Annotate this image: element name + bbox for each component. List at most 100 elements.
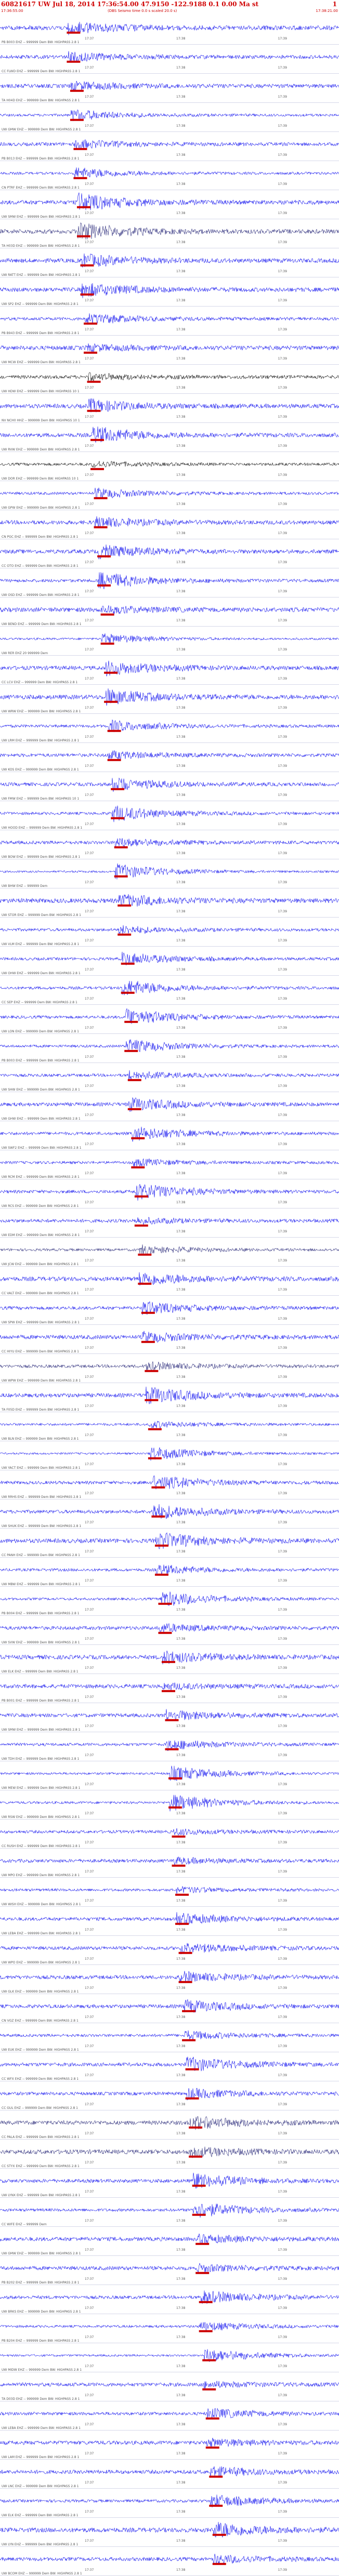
waveform-trace — [0, 805, 339, 822]
time-tick-label: 17:37 — [85, 1463, 94, 1466]
time-tick-label: 17:39 — [278, 1492, 287, 1495]
time-tick-label: 17:39 — [278, 1550, 287, 1553]
channel-label: PB B013 EHZ -- 999999 Dem BW: HIGHPASS 2… — [2, 157, 80, 161]
phase-pick-marker — [151, 1486, 165, 1489]
channel-label: UW BOW EHZ -- 999999 Dem BW: HIGHPASS 2.… — [2, 855, 80, 859]
channel-label: CC GUL EHZ -- 999999 Dem BW: HIGHPASS 2.… — [2, 2106, 78, 2110]
phase-pick-marker — [118, 904, 132, 907]
time-tick-label: 17:38 — [176, 619, 185, 622]
channel-label: UW LYNX EHZ -- 999999 Dem BW: HIGHPASS 2… — [2, 2194, 81, 2197]
time-tick-label: 17:39 — [278, 822, 287, 826]
phase-pick-marker — [212, 2562, 226, 2565]
waveform-trace — [0, 192, 339, 210]
channel-row: CC GUL EHZ -- 999999 Dem BW: HIGHPASS 2.… — [0, 2088, 339, 2110]
waveform-trace — [0, 167, 339, 178]
channel-label: UW MBW EHZ -- 999999 Dem BW: HIGHPASS 2.… — [2, 1583, 81, 1586]
time-tick-label: 17:37 — [85, 561, 94, 564]
time-tick-label: 17:38 — [176, 1230, 185, 1233]
time-tick-label: 17:37 — [85, 502, 94, 506]
waveform-trace — [0, 2172, 339, 2189]
channel-row: UW GMW EHZ -- 999999 Dem BW: HIGHPASS 2.… — [0, 110, 339, 132]
phase-pick-marker — [80, 293, 94, 296]
time-tick-label: 17:38 — [176, 182, 185, 186]
channel-row: UW LAM EHZ -- 999999 Dem BW: HIGHPASS 2.… — [0, 2438, 339, 2460]
waveform-trace — [0, 1158, 339, 1167]
time-tick-label: 17:38 — [176, 1521, 185, 1524]
channel-label: CC WFX EHZ -- 999999 Dem BW: HIGHPASS 2.… — [2, 2077, 79, 2081]
time-tick-label: 17:38 — [176, 532, 185, 535]
channel-row: CC OTO EHZ -- 999999 Dem BW: HIGHPASS 2.… — [0, 544, 339, 568]
phase-pick-marker — [87, 380, 101, 383]
time-tick-label: 17:39 — [278, 386, 287, 390]
phase-pick-marker — [202, 2388, 216, 2391]
time-tick-label: 17:37 — [85, 1317, 94, 1321]
time-tick-label: 17:37 — [85, 677, 94, 681]
time-tick-label: 17:38 — [176, 124, 185, 128]
phase-pick-marker — [145, 1370, 159, 1372]
time-tick-label: 17:37 — [85, 2335, 94, 2339]
channel-row: PB B013 EHZ -- 999999 Dem BW: HIGHPASS 2… — [0, 139, 339, 161]
time-tick-label: 17:37 — [85, 2190, 94, 2194]
phase-pick-marker — [151, 1515, 165, 1518]
phase-pick-marker — [202, 2359, 216, 2361]
time-tick-label: 17:39 — [278, 211, 287, 215]
time-tick-label: 17:38 — [176, 66, 185, 70]
channel-label: UW TDH EHZ -- 999999 Dem BW: HIGHPASS 2.… — [2, 1757, 80, 1761]
time-tick-label: 17:39 — [278, 764, 287, 768]
phase-pick-marker — [111, 817, 125, 819]
channel-row: UW ELK EHZ -- 999999 Dem BW: HIGHPASS 2.… — [0, 1650, 339, 1674]
phase-pick-marker — [148, 1428, 162, 1430]
time-tick-label: 17:38 — [176, 2539, 185, 2543]
time-tick-label: 17:37 — [85, 153, 94, 157]
waveform-trace — [0, 2116, 339, 2130]
channel-label: UW BLN EHZ -- 999999 Dem BW: HIGHPASS 2.… — [2, 1437, 79, 1441]
waveform-trace — [0, 1971, 339, 1983]
phase-pick-marker — [107, 759, 121, 761]
phase-pick-marker — [114, 846, 128, 848]
time-tick-label: 17:38 — [176, 1899, 185, 1903]
waveform-trace — [0, 2088, 339, 2101]
waveform-trace — [0, 750, 339, 760]
time-tick-label: 17:37 — [85, 1375, 94, 1379]
phase-pick-marker — [185, 2068, 199, 2070]
channel-label: UW BCOM EHZ -- 999999 Dem BW: HIGHPASS 2… — [2, 2572, 82, 2575]
waveform-trace — [0, 572, 339, 589]
time-tick-label: 17:39 — [278, 2423, 287, 2426]
time-tick-label: 17:37 — [85, 1055, 94, 1059]
time-tick-label: 17:39 — [278, 2161, 287, 2165]
time-tick-label: 17:38 — [176, 328, 185, 331]
end-time-label: 17:38:21.00 — [316, 9, 338, 13]
time-tick-label: 17:38 — [176, 2190, 185, 2194]
time-tick-label: 17:39 — [278, 532, 287, 535]
phase-pick-marker — [73, 177, 87, 179]
time-tick-label: 17:37 — [85, 473, 94, 477]
channel-label: UW RCS EHZ -- 999999 Dem BW: HIGHPASS 2.… — [2, 1204, 79, 1208]
time-tick-label: 17:37 — [85, 270, 94, 273]
time-tick-label: 17:39 — [278, 2365, 287, 2368]
time-tick-label: 17:37 — [85, 1492, 94, 1495]
phase-pick-marker — [195, 2272, 210, 2274]
channel-row: UW MPO EHZ -- 999999 Dem BW: HIGHPASS 2.… — [0, 1856, 339, 1878]
channel-row: UW LEBA EHZ -- 999999 Dem BW: HIGHPASS 2… — [0, 2408, 339, 2431]
time-tick-label: 17:37 — [85, 648, 94, 652]
phase-pick-marker — [172, 1864, 186, 1867]
channel-label: UW EUK EHZ -- 999999 Dem BW: HIGHPASS 2.… — [2, 2048, 79, 2052]
channel-row: UW RCS EHZ -- 999999 Dem BW: HIGHPASS 2.… — [0, 1184, 339, 1209]
channel-row: UW VLM EHZ -- 999999 Dem BW: HIGHPASS 2.… — [0, 925, 339, 947]
channel-row: NV NCH0 HHZ -- 999999 Dem BW: HIGHPASS 1… — [0, 398, 339, 423]
waveform-trace — [0, 544, 339, 560]
time-tick-label: 17:39 — [278, 2452, 287, 2455]
phase-pick-marker — [134, 1224, 148, 1227]
waveform-trace — [0, 1682, 339, 1691]
channel-label: PB B204 EHZ -- 999999 Dem BW: HIGHPASS 2… — [2, 2339, 80, 2343]
channel-row: UW ELK EHZ -- 999999 Dem BW: HIGHPASS 2.… — [0, 2494, 339, 2518]
time-tick-label: 17:37 — [85, 1812, 94, 1815]
time-tick-label: 17:37 — [85, 1899, 94, 1903]
time-tick-label: 17:39 — [278, 241, 287, 244]
time-tick-label: 17:38 — [176, 299, 185, 302]
channel-row: CC FLWD EHZ -- 999999 Dem BW: HIGHPASS 2… — [0, 51, 339, 74]
time-tick-label: 17:39 — [278, 2335, 287, 2339]
phase-pick-marker — [127, 1108, 141, 1110]
channel-label: UW STOR EHZ -- 999999 Dem BW: HIGHPASS 2… — [2, 913, 81, 917]
waveform-trace — [0, 633, 339, 644]
